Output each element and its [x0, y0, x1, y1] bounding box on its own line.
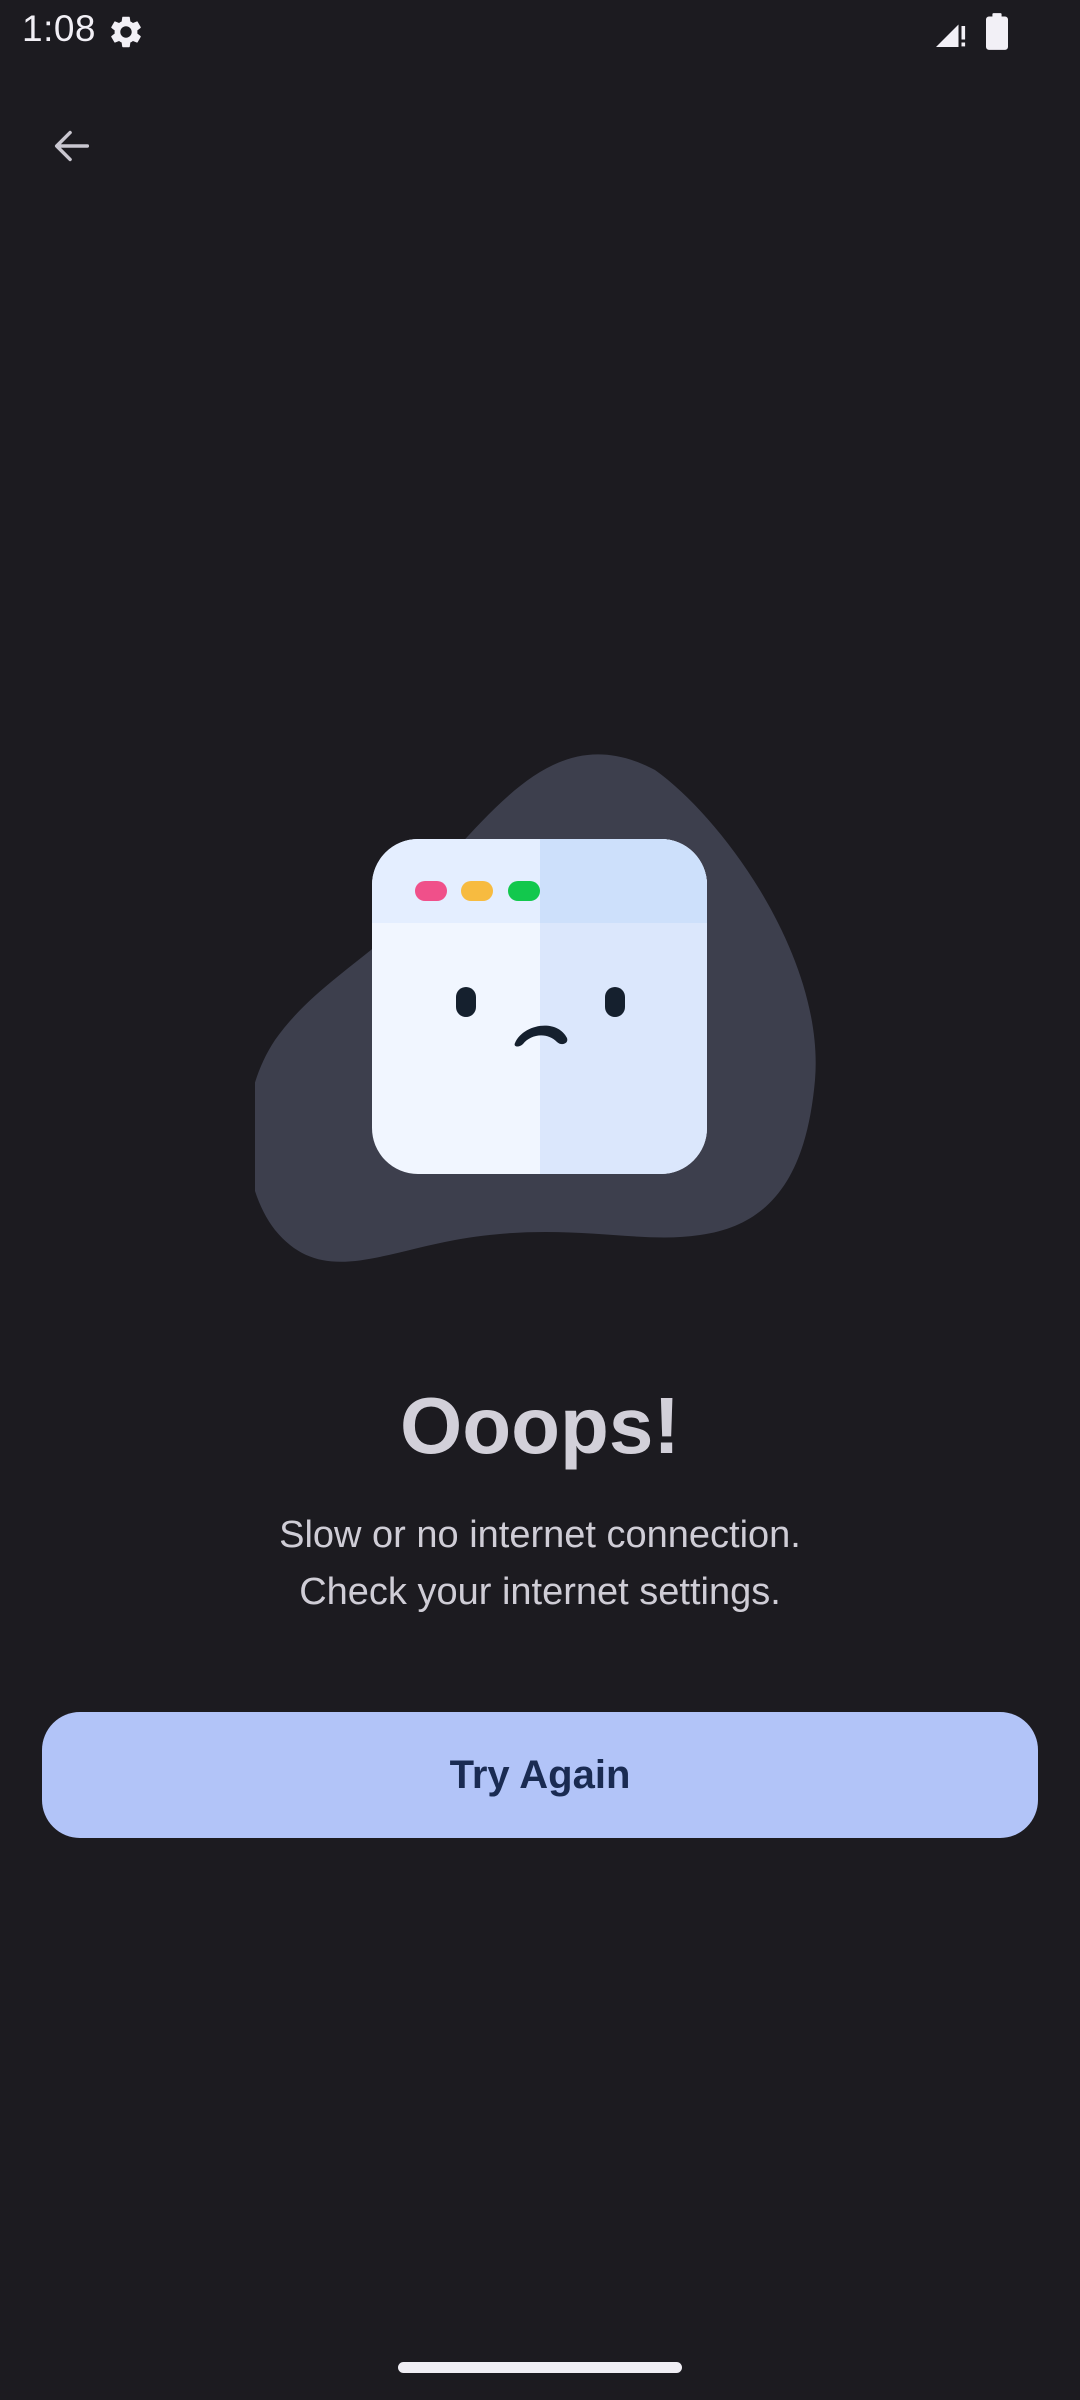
browser-window	[372, 839, 707, 1174]
status-time: 1:08	[22, 8, 97, 49]
error-message: Slow or no internet connection. Check yo…	[0, 1507, 1080, 1621]
battery-icon	[986, 13, 1008, 50]
close-dot	[415, 881, 447, 901]
try-again-button[interactable]: Try Again	[42, 1712, 1038, 1838]
error-message-line2: Check your internet settings.	[299, 1571, 781, 1613]
settings-icon	[111, 16, 141, 48]
error-title: Ooops!	[400, 1381, 680, 1470]
minimize-dot	[461, 881, 493, 901]
home-indicator[interactable]	[398, 2362, 682, 2373]
back-button[interactable]	[32, 106, 112, 186]
left-eye	[456, 987, 476, 1017]
signal-icon	[936, 24, 966, 47]
offline-illustration	[255, 754, 816, 1262]
arrow-left-icon	[54, 130, 90, 162]
right-eye	[605, 987, 625, 1017]
status-bar: 1:08	[0, 0, 1080, 64]
error-message-line1: Slow or no internet connection.	[279, 1514, 801, 1556]
try-again-label: Try Again	[449, 1752, 631, 1797]
maximize-dot	[508, 881, 540, 901]
